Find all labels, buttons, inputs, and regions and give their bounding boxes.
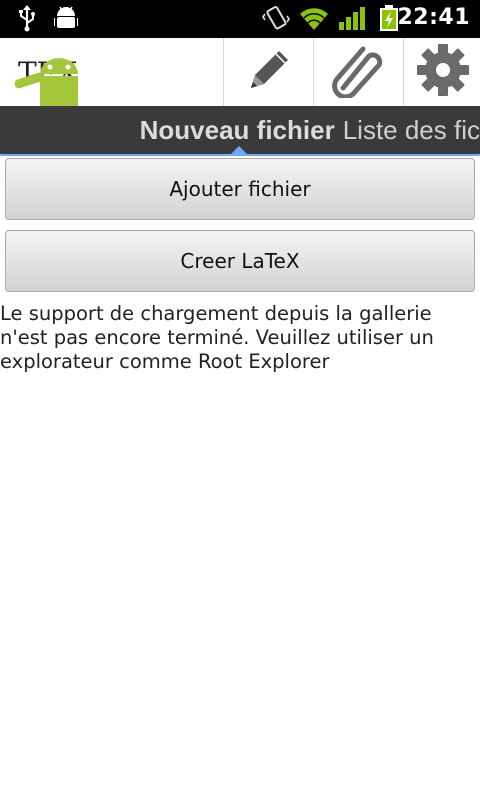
add-file-button[interactable]: Ajouter fichier [5,158,475,220]
tab-nouveau-fichier[interactable]: Nouveau fichier [140,115,335,146]
app-logo: TEX [12,48,84,106]
gear-icon [416,43,470,101]
android-debug-icon [53,4,79,36]
tab-underline [0,154,480,156]
tab-list: Nouveau fichier Liste des fic [140,106,480,154]
status-clock: 22:41 [397,5,470,30]
paperclip-icon [329,42,389,102]
wifi-icon [298,4,330,36]
settings-button[interactable] [403,38,480,106]
usb-icon [16,4,38,36]
status-bar: 22:41 [0,0,480,38]
signal-icon [338,4,366,36]
attach-button[interactable] [313,38,404,106]
vibrate-icon [262,4,290,36]
pencil-icon [243,44,295,100]
action-bar: TEX [0,38,480,106]
edit-button[interactable] [223,38,314,106]
tab-liste-des-fichiers[interactable]: Liste des fic [343,115,480,146]
info-message: Le support de chargement depuis la galle… [0,302,434,373]
create-latex-button[interactable]: Creer LaTeX [5,230,475,292]
